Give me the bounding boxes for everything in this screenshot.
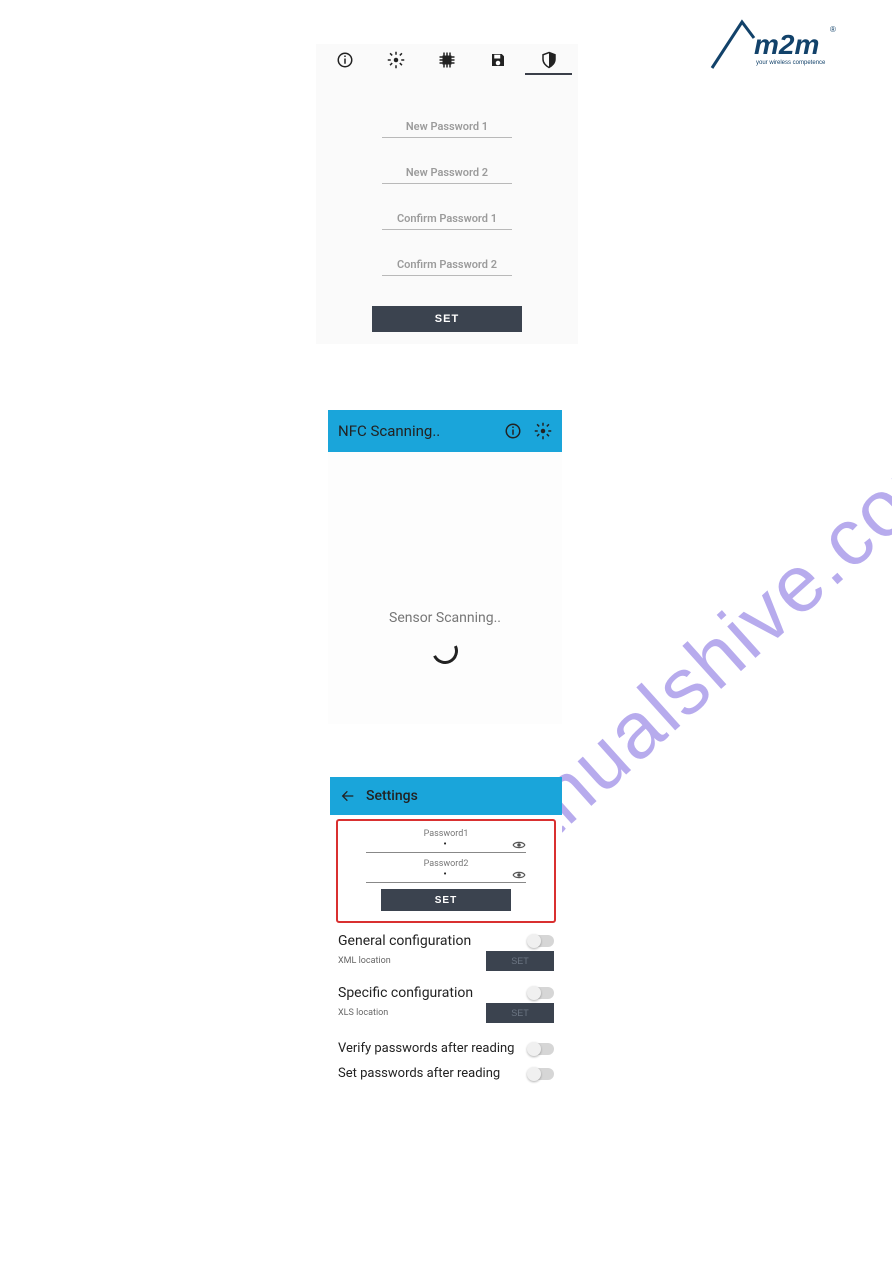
info-icon[interactable] bbox=[504, 422, 522, 440]
app-bar: Settings bbox=[330, 777, 562, 815]
screenshot-password-set: New Password 1 New Password 2 Confirm Pa… bbox=[316, 44, 578, 344]
gear-icon bbox=[387, 51, 405, 69]
new-password-1-input[interactable]: New Password 1 bbox=[382, 120, 512, 138]
verify-passwords-label: Verify passwords after reading bbox=[338, 1041, 514, 1056]
verify-passwords-toggle[interactable] bbox=[528, 1043, 554, 1055]
specific-config-toggle[interactable] bbox=[528, 987, 554, 999]
tab-save[interactable] bbox=[472, 51, 523, 69]
save-icon bbox=[489, 51, 507, 69]
password2-input[interactable]: • bbox=[366, 869, 526, 883]
logo-registered: ® bbox=[830, 25, 836, 34]
password1-input[interactable]: • bbox=[366, 839, 526, 853]
confirm-password-2-input[interactable]: Confirm Password 2 bbox=[382, 258, 512, 276]
confirm-password-1-input[interactable]: Confirm Password 1 bbox=[382, 212, 512, 230]
xls-set-button[interactable]: SET bbox=[486, 1003, 554, 1023]
xls-location-label: XLS location bbox=[338, 1008, 388, 1018]
visibility-icon[interactable] bbox=[512, 838, 526, 852]
scan-status: Sensor Scanning.. bbox=[328, 610, 562, 664]
scan-status-text: Sensor Scanning.. bbox=[328, 610, 562, 626]
password1-value: • bbox=[443, 839, 448, 850]
set-passwords-row: Set passwords after reading bbox=[330, 1056, 562, 1081]
xml-location-row: XML location SET bbox=[330, 949, 562, 979]
logo-tagline: your wireless competence bbox=[756, 60, 826, 66]
visibility-icon[interactable] bbox=[512, 868, 526, 882]
general-config-label: General configuration bbox=[338, 933, 471, 949]
app-bar: NFC Scanning.. bbox=[328, 410, 562, 452]
info-icon bbox=[336, 51, 354, 69]
specific-config-label: Specific configuration bbox=[338, 985, 473, 1001]
xml-set-button[interactable]: SET bbox=[486, 951, 554, 971]
set-passwords-label: Set passwords after reading bbox=[338, 1066, 500, 1081]
set-password-button[interactable]: SET bbox=[381, 889, 511, 911]
app-bar-title: NFC Scanning.. bbox=[338, 422, 492, 440]
loading-spinner-icon bbox=[428, 634, 461, 667]
app-bar-title: Settings bbox=[366, 788, 418, 804]
tab-bar bbox=[316, 44, 578, 76]
gear-icon[interactable] bbox=[534, 422, 552, 440]
password2-value: • bbox=[443, 869, 448, 880]
screenshot-settings: Settings Password1 • Password2 • SET Gen… bbox=[330, 777, 562, 1121]
screenshot-nfc-scanning: NFC Scanning.. Sensor Scanning.. bbox=[328, 410, 562, 724]
set-button[interactable]: SET bbox=[372, 306, 522, 332]
specific-config-row: Specific configuration bbox=[330, 979, 562, 1001]
tab-info[interactable] bbox=[320, 51, 371, 69]
shield-icon bbox=[540, 51, 558, 69]
back-arrow-icon[interactable] bbox=[340, 788, 356, 804]
tab-settings[interactable] bbox=[371, 51, 422, 69]
general-config-row: General configuration bbox=[330, 927, 562, 949]
m2m-logo: m2m your wireless competence ® bbox=[708, 14, 838, 72]
tab-chip[interactable] bbox=[422, 51, 473, 69]
chip-icon bbox=[438, 51, 456, 69]
xml-location-label: XML location bbox=[338, 956, 391, 966]
set-passwords-toggle[interactable] bbox=[528, 1068, 554, 1080]
new-password-2-input[interactable]: New Password 2 bbox=[382, 166, 512, 184]
tab-security[interactable] bbox=[523, 51, 574, 69]
xls-location-row: XLS location SET bbox=[330, 1001, 562, 1031]
password-highlight-box: Password1 • Password2 • SET bbox=[336, 819, 556, 923]
verify-passwords-row: Verify passwords after reading bbox=[330, 1031, 562, 1056]
logo-brand-text: m2m bbox=[754, 29, 819, 60]
general-config-toggle[interactable] bbox=[528, 935, 554, 947]
